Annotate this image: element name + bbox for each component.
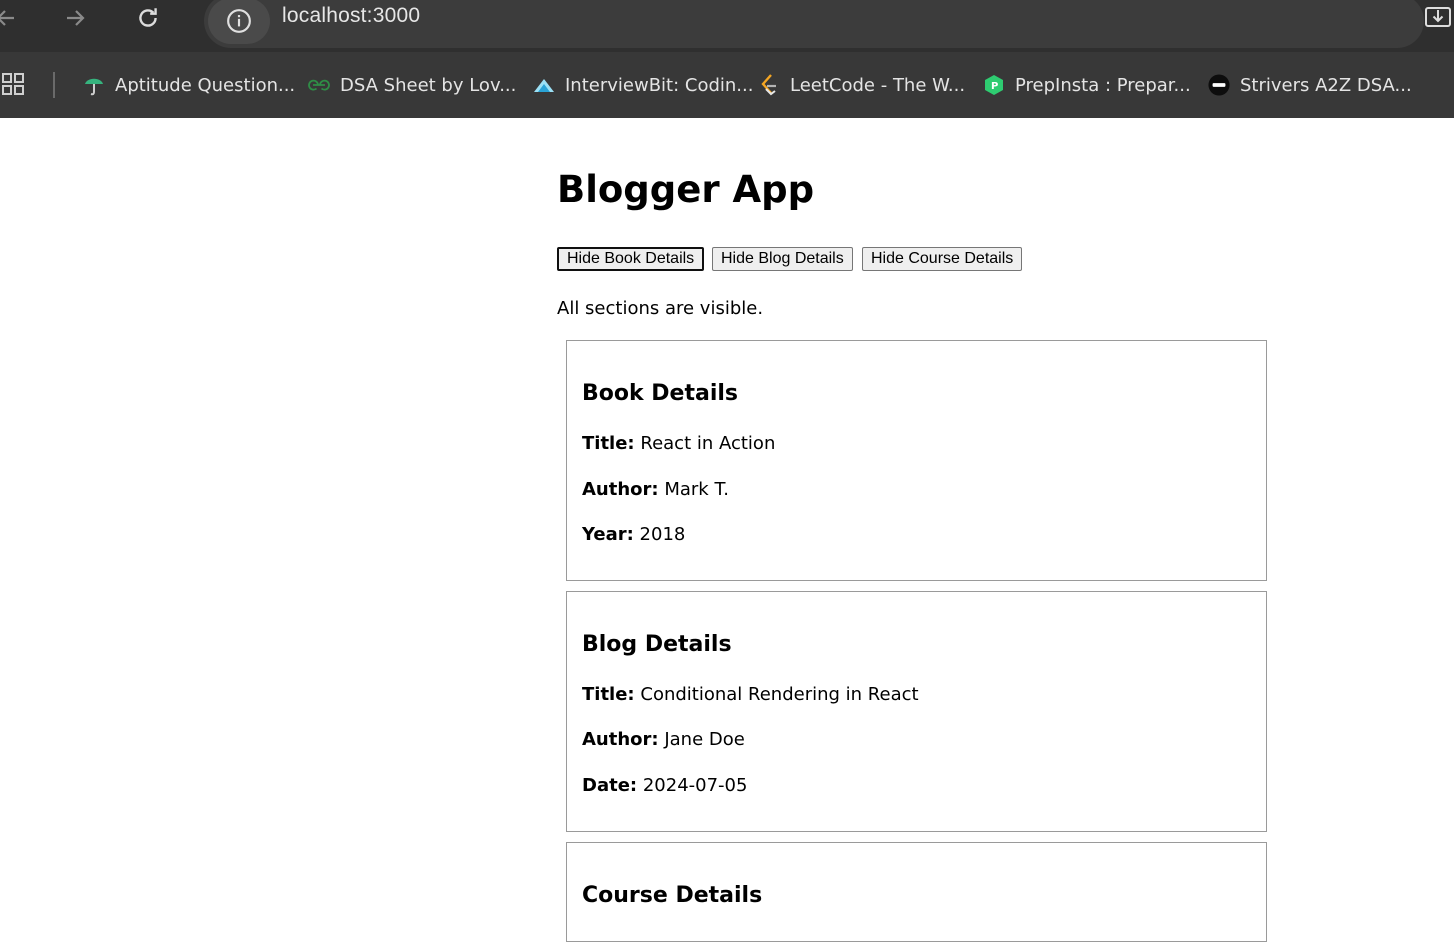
blog-title-label: Title: [582,684,635,705]
course-details-card: Course Details [566,842,1267,942]
indiabix-icon [83,74,105,96]
bookmark-strivers[interactable]: Strivers A2Z DSA... [1208,72,1412,98]
bookmark-leetcode[interactable]: LeetCode - The W... [758,72,965,98]
book-author-value: Mark T. [664,479,730,500]
bookmarks-bar: Aptitude Question... DSA Sheet by Lov...… [0,52,1454,118]
browser-toolbar: localhost:3000 [0,0,1454,52]
tuf-icon [1208,74,1230,96]
book-author-label: Author: [582,479,659,500]
bookmark-dsa-sheet[interactable]: DSA Sheet by Lov... [308,72,516,98]
forward-arrow-icon [67,10,85,26]
reload-icon [139,8,157,27]
page-title: Blogger App [557,168,815,211]
book-title-value: React in Action [640,433,776,454]
bookmarks-divider [53,72,55,98]
bookmark-interviewbit[interactable]: InterviewBit: Codin... [533,72,753,98]
blog-details-card: Blog Details Title: Conditional Renderin… [566,591,1267,832]
blog-date-row: Date: 2024-07-05 [582,775,747,796]
hide-book-details-button[interactable]: Hide Book Details [557,247,705,271]
bookmark-label: DSA Sheet by Lov... [340,74,517,96]
install-app-button[interactable] [1424,4,1454,36]
blog-date-label: Date: [582,775,638,796]
leetcode-icon [758,74,780,96]
bookmark-label: PrepInsta : Prepar... [1015,74,1191,96]
url-text[interactable]: localhost:3000 [282,4,420,28]
svg-text:P: P [991,81,998,92]
forward-button[interactable] [57,0,93,36]
back-button[interactable] [0,0,24,36]
hide-blog-details-button[interactable]: Hide Blog Details [712,247,853,271]
info-icon [227,9,251,33]
blog-date-value: 2024-07-05 [642,775,748,796]
blog-author-label: Author: [582,729,659,750]
bookmark-label: Aptitude Question... [115,74,296,96]
prepinsta-icon: P [983,74,1005,96]
bookmark-aptitude[interactable]: Aptitude Question... [83,72,295,98]
blog-details-heading: Blog Details [582,632,732,657]
book-details-heading: Book Details [582,381,739,406]
book-year-value: 2018 [639,524,686,545]
interviewbit-icon [533,74,555,96]
book-author-row: Author: Mark T. [582,479,729,500]
bookmark-label: Strivers A2Z DSA... [1240,74,1412,96]
visibility-status: All sections are visible. [557,298,764,319]
apps-button[interactable] [2,73,26,101]
reload-button[interactable] [130,0,166,36]
hide-course-details-button[interactable]: Hide Course Details [862,247,1023,271]
book-year-label: Year: [582,524,634,545]
blog-author-row: Author: Jane Doe [582,729,745,750]
blog-author-value: Jane Doe [664,729,745,750]
book-title-row: Title: React in Action [582,433,775,454]
bookmark-label: LeetCode - The W... [790,74,966,96]
geeksforgeeks-icon [308,74,330,96]
blog-title-value: Conditional Rendering in React [640,684,919,705]
bookmark-prepinsta[interactable]: P PrepInsta : Prepar... [983,72,1191,98]
book-details-card: Book Details Title: React in Action Auth… [566,340,1267,581]
site-info-button[interactable] [208,0,270,44]
book-title-label: Title: [582,433,635,454]
apps-grid-icon [2,73,24,95]
bookmark-label: InterviewBit: Codin... [565,74,754,96]
back-arrow-icon [0,10,14,26]
book-year-row: Year: 2018 [582,524,685,545]
install-icon [1425,7,1451,27]
blog-title-row: Title: Conditional Rendering in React [582,684,919,705]
course-details-heading: Course Details [582,883,763,908]
